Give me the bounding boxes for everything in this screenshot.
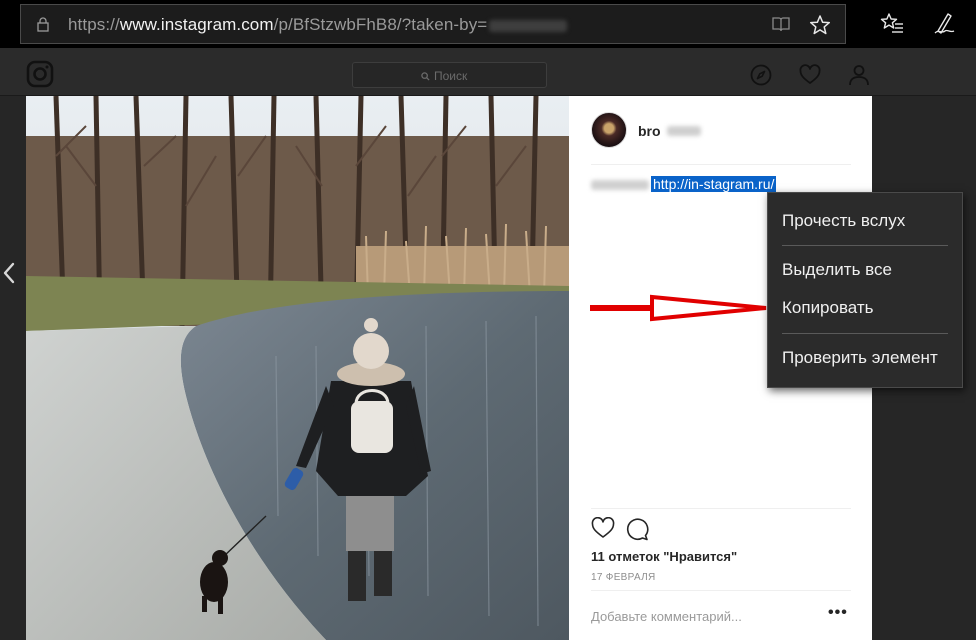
heart-activity-icon[interactable] [799,64,821,86]
profile-icon[interactable] [848,64,870,86]
star-favorite-icon[interactable] [809,14,831,36]
context-menu: Прочесть вслух Выделить все Копировать П… [767,192,963,388]
url-domain: www.instagram.com [119,15,274,34]
red-arrow-annotation [590,294,767,322]
search-placeholder: Поиск [434,69,468,83]
browser-toolbar: https://www.instagram.com/p/BfStzwbFhB8/… [0,0,976,48]
menu-item-inspect-element[interactable]: Проверить элемент [782,348,938,368]
heart-like-icon[interactable] [591,517,615,539]
add-comment-input[interactable]: Добавьте комментарий... [591,609,742,624]
web-note-pen-icon[interactable] [933,11,955,35]
divider [591,508,851,509]
menu-separator [782,245,948,246]
address-bar[interactable]: https://www.instagram.com/p/BfStzwbFhB8/… [20,4,846,44]
menu-item-read-aloud[interactable]: Прочесть вслух [782,211,905,231]
photo-illustration [26,96,569,640]
instagram-header: Поиск [0,48,976,96]
comment-bubble-icon[interactable] [625,517,649,541]
search-input[interactable]: Поиск [352,62,547,88]
favorites-hub-icon[interactable] [880,12,904,34]
reading-view-icon[interactable] [771,15,791,33]
more-options-button[interactable]: ••• [828,604,848,622]
menu-item-select-all[interactable]: Выделить все [782,260,892,280]
divider [591,164,851,165]
username-redacted [667,126,701,136]
lock-icon [37,17,49,32]
chevron-left-icon[interactable] [2,262,16,284]
post-photo[interactable] [26,96,569,640]
url-text: https://www.instagram.com/p/BfStzwbFhB8/… [68,15,568,35]
url-redacted [489,19,568,32]
caption-link-selected[interactable]: http://in-stagram.ru/ [651,176,777,192]
caption-redacted [591,180,649,190]
search-icon [421,71,430,81]
post-username[interactable]: bro [638,123,661,139]
instagram-logo-icon[interactable] [26,60,54,88]
url-path: /p/BfStzwbFhB8/?taken-by= [273,15,488,34]
menu-item-copy[interactable]: Копировать [782,298,874,318]
divider [591,590,851,591]
avatar[interactable] [591,112,627,148]
url-scheme: https:// [68,15,120,34]
likes-count[interactable]: 11 отметок "Нравится" [591,549,737,564]
post-date: 17 ФЕВРАЛЯ [591,572,656,583]
compass-explore-icon[interactable] [750,64,772,86]
menu-separator [782,333,948,334]
